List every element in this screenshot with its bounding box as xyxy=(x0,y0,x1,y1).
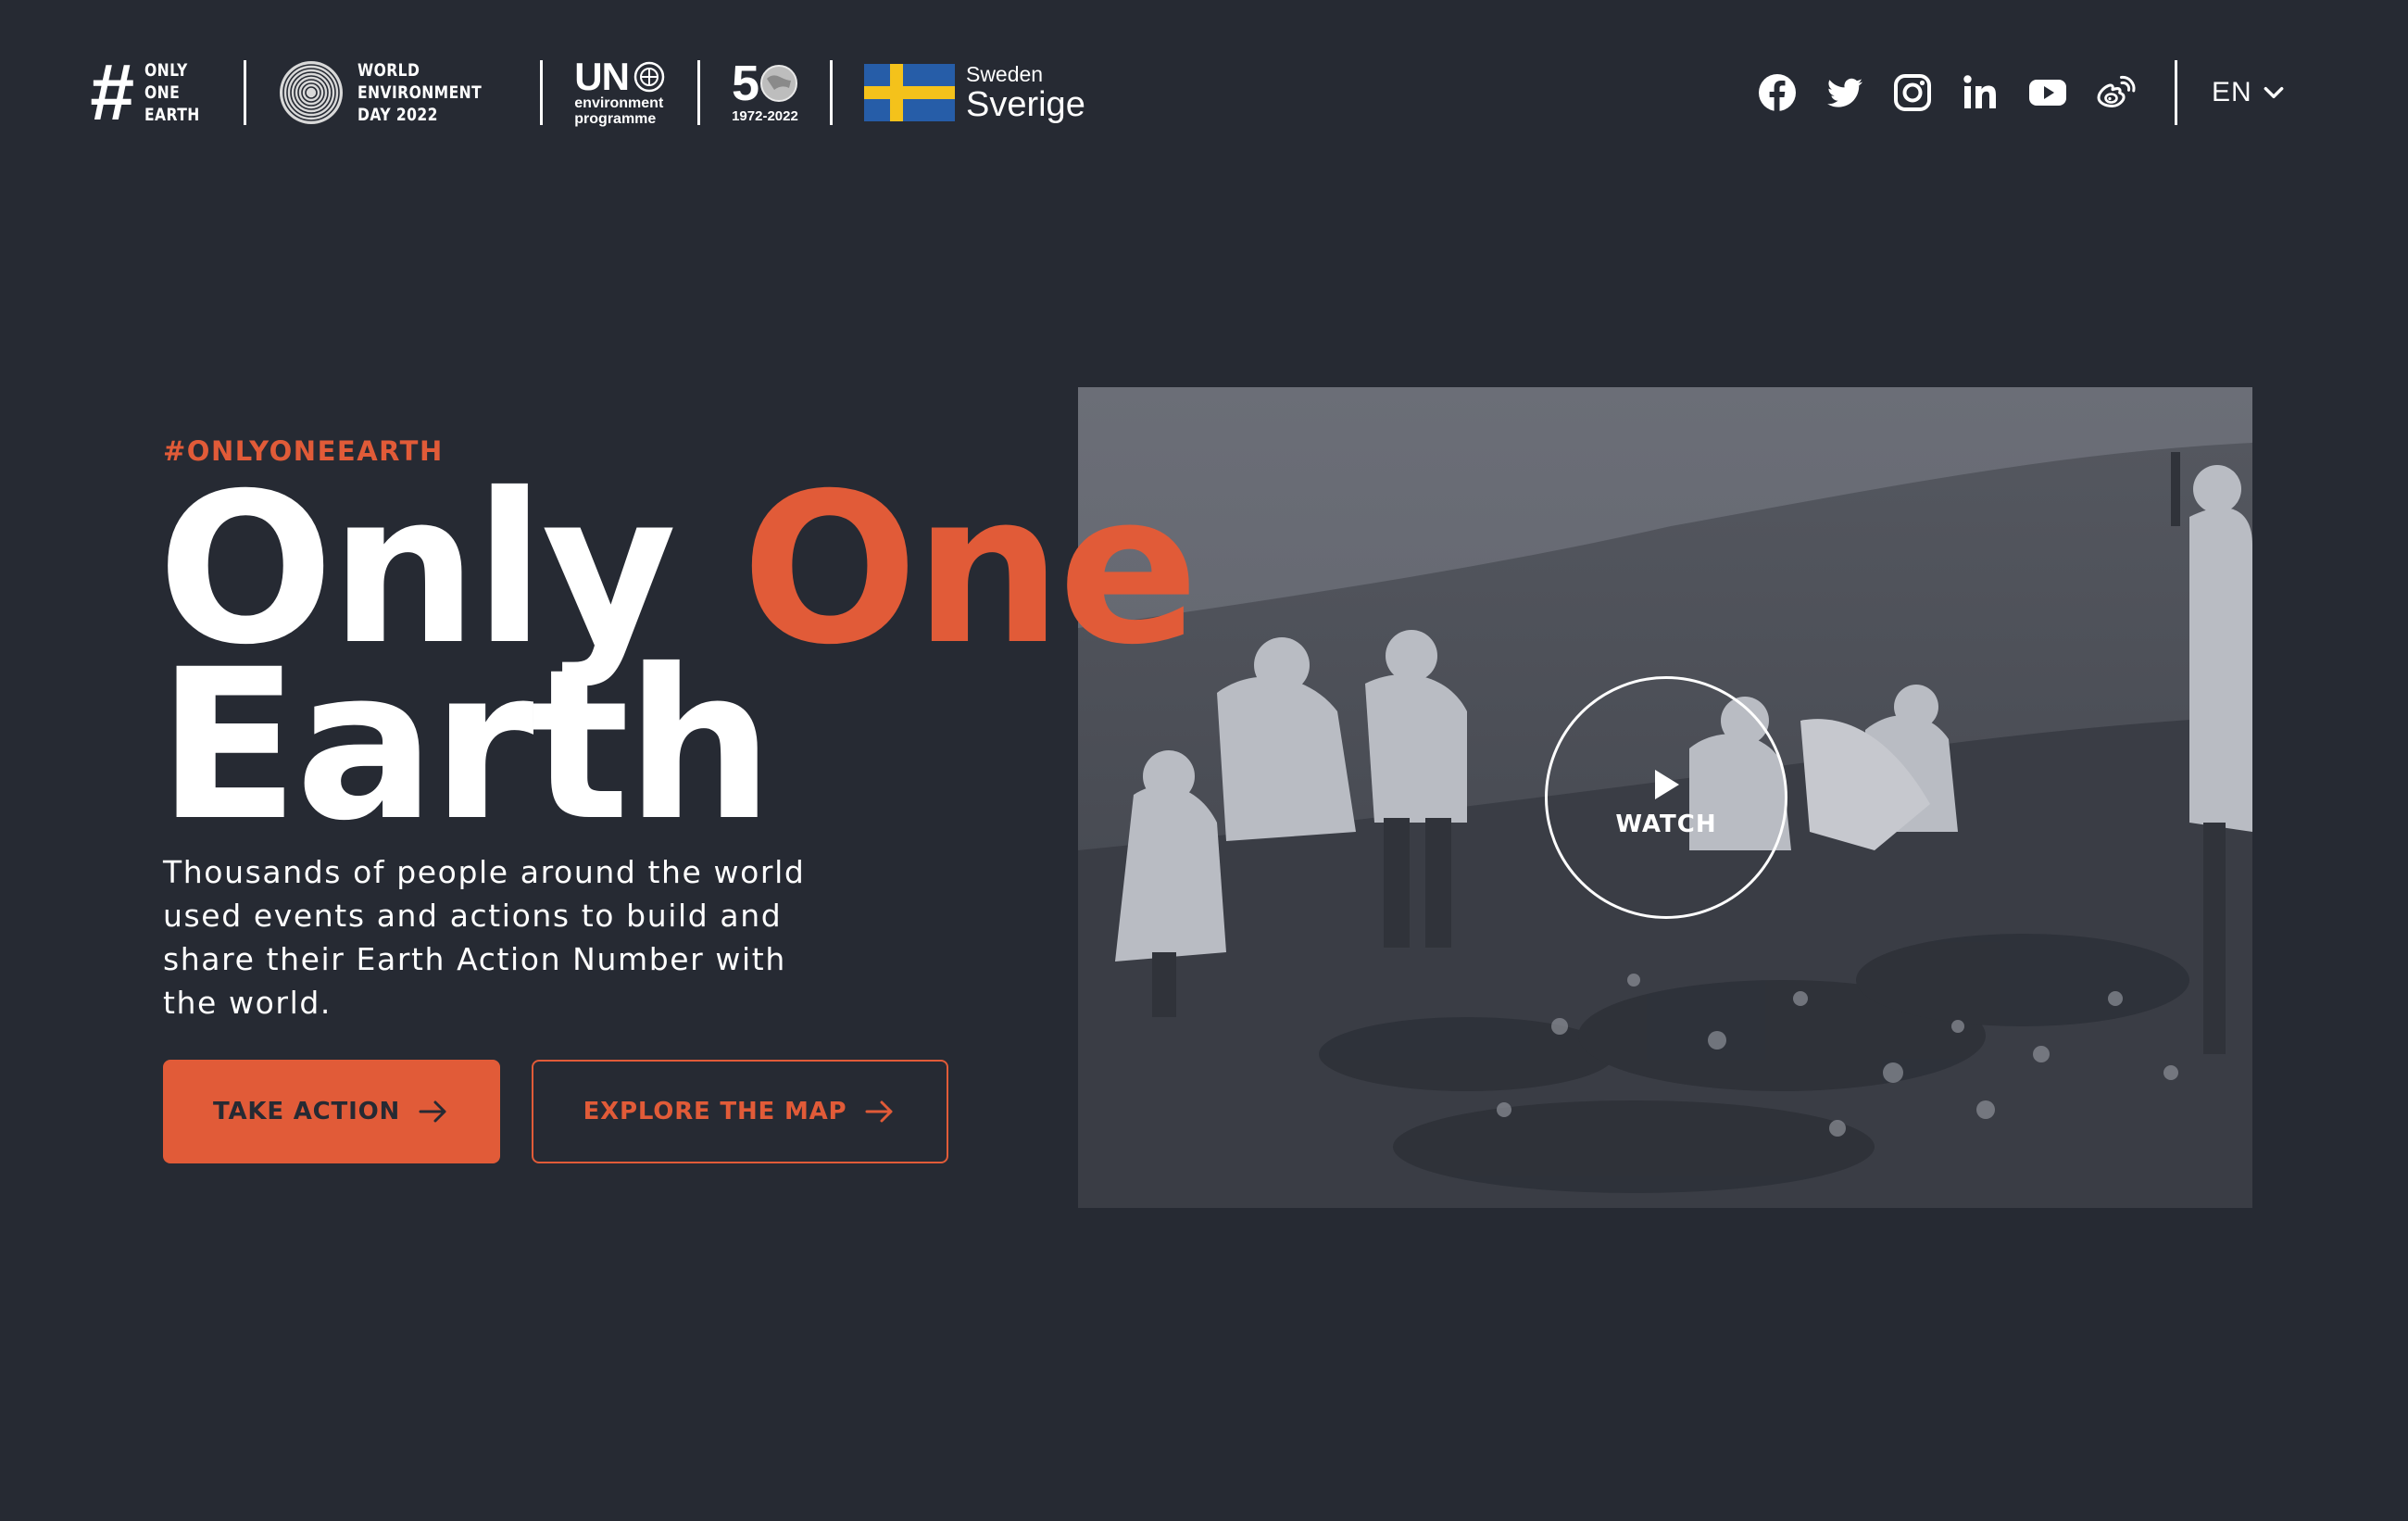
chevron-down-icon xyxy=(2264,86,2284,99)
logo-line: ONLY xyxy=(144,60,188,81)
globe-icon xyxy=(759,65,797,102)
play-icon xyxy=(1655,770,1679,799)
un-wordmark: UN xyxy=(574,55,630,98)
unep-line: programme xyxy=(574,111,657,127)
fifty-number: 5 xyxy=(731,56,759,111)
logo-line: ENVIRONMENT xyxy=(357,82,482,103)
youtube-icon[interactable] xyxy=(2026,71,2069,114)
title-one-accent: One xyxy=(741,448,1199,690)
logo-line: WORLD xyxy=(357,60,420,81)
sverige-label: Sverige xyxy=(965,85,1085,124)
twitter-icon[interactable] xyxy=(1824,71,1866,114)
unep-line: environment xyxy=(574,95,664,111)
unep-50-logo[interactable]: 5 1972-2022 xyxy=(731,56,798,125)
take-action-label: TAKE ACTION xyxy=(212,1098,401,1125)
un-emblem-icon xyxy=(633,61,665,93)
logo-divider xyxy=(540,60,544,125)
hero-title: Only One Earth xyxy=(157,466,1198,849)
fingerprint-icon xyxy=(279,61,343,124)
watch-label: WATCH xyxy=(1615,811,1717,838)
language-label: EN xyxy=(2212,77,2252,107)
header-divider xyxy=(2175,60,2177,125)
logo-line: ONE xyxy=(144,82,181,103)
explore-map-label: EXPLORE THE MAP xyxy=(583,1098,847,1125)
hero-description: Thousands of people around the world use… xyxy=(163,854,806,1021)
explore-map-button[interactable]: EXPLORE THE MAP xyxy=(532,1060,948,1163)
linkedin-icon[interactable] xyxy=(1959,71,2001,114)
hashtag-glyph: # xyxy=(89,48,133,137)
logo-divider xyxy=(829,60,833,125)
language-selector[interactable]: EN xyxy=(2212,74,2286,111)
only-one-earth-wordmark: ONLY ONE EARTH xyxy=(144,59,200,126)
sweden-label: Sweden xyxy=(965,62,1044,86)
site-header: # ONLY ONE EARTH WORLD ENVIRONMENT DAY 2… xyxy=(0,0,2408,185)
hero-video-thumbnail[interactable]: WATCH xyxy=(1078,387,2252,1208)
logo-divider xyxy=(243,60,246,125)
sweden-wordmark: Sweden Sverige xyxy=(966,62,1085,123)
logo-line: EARTH xyxy=(144,105,200,125)
facebook-icon[interactable] xyxy=(1756,71,1799,114)
social-links xyxy=(1756,71,2137,114)
only-one-earth-logo[interactable]: # ONLY ONE EARTH xyxy=(89,53,212,132)
anniversary-years: 1972-2022 xyxy=(732,108,798,124)
arrow-right-icon xyxy=(865,1100,893,1123)
sweden-logo[interactable]: Sweden Sverige xyxy=(863,62,1085,123)
logo-line: DAY 2022 xyxy=(357,105,438,125)
take-action-button[interactable]: TAKE ACTION xyxy=(163,1060,500,1163)
watch-video-button[interactable]: WATCH xyxy=(1545,676,1787,919)
world-environment-day-wordmark: WORLD ENVIRONMENT DAY 2022 xyxy=(357,59,482,126)
sweden-flag-icon xyxy=(863,64,955,121)
weibo-icon[interactable] xyxy=(2094,71,2137,114)
partner-logos: # ONLY ONE EARTH WORLD ENVIRONMENT DAY 2… xyxy=(89,53,1085,132)
arrow-right-icon xyxy=(419,1100,446,1123)
instagram-icon[interactable] xyxy=(1891,71,1934,114)
world-environment-day-logo[interactable]: WORLD ENVIRONMENT DAY 2022 xyxy=(278,59,509,126)
logo-divider xyxy=(696,60,700,125)
unep-logo[interactable]: UN environment programme xyxy=(574,55,666,127)
